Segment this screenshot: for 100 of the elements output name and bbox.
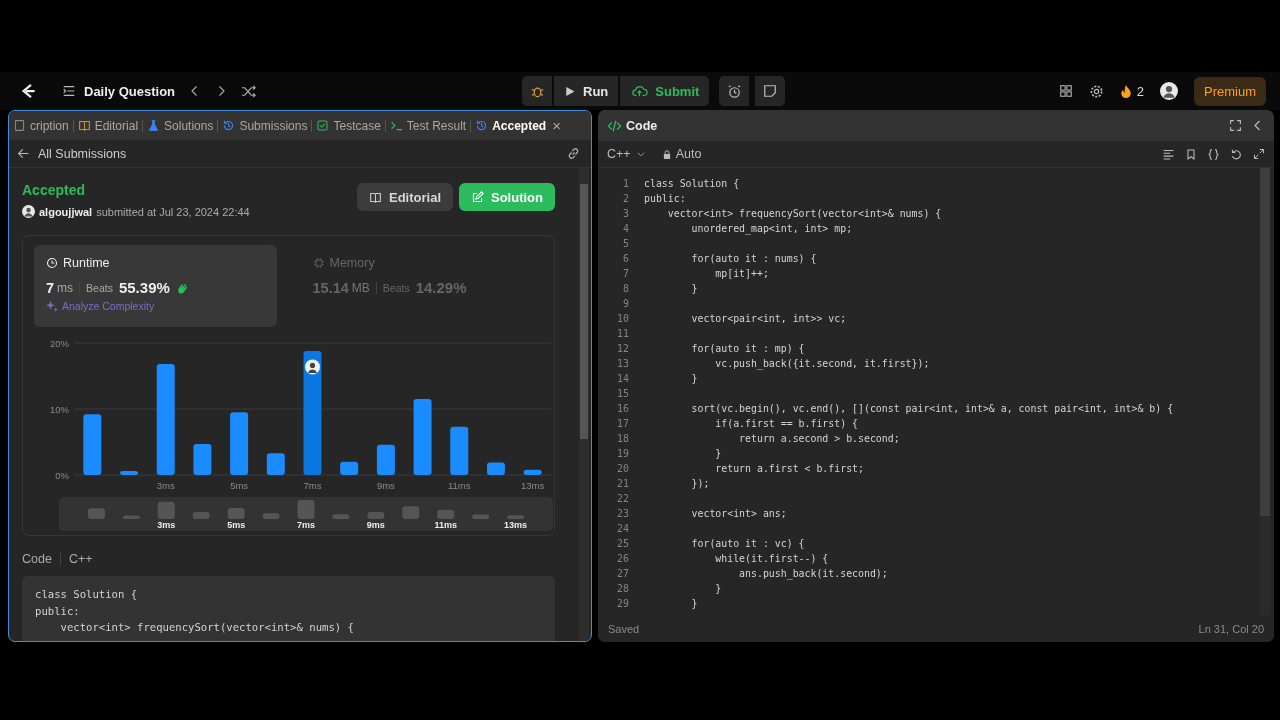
avatar-icon [22,205,35,218]
line-number: 9 [622,297,629,311]
play-icon [564,84,576,98]
fullscreen-icon[interactable] [1229,119,1242,132]
beats-label: Beats [86,281,113,294]
language-select[interactable]: C++ [607,147,646,161]
editorial-button[interactable]: Editorial [357,183,453,211]
panel-tab[interactable]: Accepted [471,118,551,133]
overview-label: 11ms [434,520,457,530]
bookmark-icon[interactable] [1185,147,1197,161]
braces-icon[interactable] [1207,147,1220,161]
code-line: for(auto it : mp) { [690,342,805,356]
line-number: 29 [616,597,629,611]
sparkle-icon [46,300,58,312]
code-line: class Solution { [35,587,139,602]
chart-bar[interactable] [303,350,322,475]
line-number: 7 [622,267,629,281]
code-line: } [714,447,722,461]
code-line: } [714,582,722,596]
code-line: for(auto it : nums) { [690,252,817,266]
scrollbar-thumb[interactable] [1260,168,1270,516]
line-number: 4 [622,222,629,236]
chart-bar[interactable] [486,462,505,475]
line-number: 21 [616,477,629,491]
code-line: public: [35,603,81,619]
chart-bar[interactable] [266,453,285,475]
history-icon [222,119,236,132]
line-number: 24 [616,522,629,536]
code-line: if(a.first == b.first) { [714,417,859,431]
chart-bar[interactable] [523,469,542,475]
language-label: C++ [68,552,93,566]
scrollbar-thumb[interactable] [580,184,588,439]
run-button[interactable]: Run [554,76,619,106]
terminal-icon [389,119,403,132]
shuffle-icon[interactable] [241,83,257,99]
close-tab-button[interactable]: × [552,117,561,134]
all-submissions-link[interactable]: All Submissions [38,146,127,161]
metric-card[interactable]: Memory 15.14 MB Beats 14.29% [300,245,543,327]
settings-icon[interactable] [1088,83,1104,99]
edit-icon [471,190,484,204]
chart-bar[interactable] [230,412,249,475]
save-status: Saved [608,622,640,635]
overview-bar [472,514,490,519]
premium-button[interactable]: Premium [1194,76,1266,106]
debug-button[interactable] [522,76,552,106]
chart-bar[interactable] [340,461,359,475]
code-line: ans.push_back(it.second); [738,567,888,581]
code-line: vector<int> ans; [690,507,787,521]
code-line: public: [644,192,686,206]
panel-tab[interactable]: Test Result [385,118,471,133]
overview-bar [332,514,350,519]
panel-title: Code [626,118,658,133]
code-line: vector<int> frequencySort(vector<int>& nums) { [59,620,355,635]
range-overview[interactable]: 3ms 5ms 7ms 9ms 11ms 13ms [59,497,553,531]
metric-card[interactable]: Runtime 7 ms Beats 55.39% Analyze Complexity [34,245,277,327]
line-number: 3 [622,207,629,221]
line-number: 8 [622,282,629,296]
chart-bar[interactable] [376,444,395,475]
code-label: Code [22,552,52,566]
panel-tab[interactable]: Testcase [312,118,385,133]
panel-tab[interactable]: Solutions [143,118,218,133]
panel-tab[interactable]: cription [9,118,73,133]
code-line: vector<int> frequencySort(vector<int>& nums) { [666,207,942,221]
reset-icon[interactable] [1230,147,1243,161]
axis-label: 7ms [303,480,322,491]
timer-button[interactable] [719,76,750,106]
link-icon[interactable] [566,146,581,161]
line-number: 2 [622,192,629,206]
axis-label: 13ms [521,480,545,491]
line-number: 12 [616,342,629,356]
mode-label[interactable]: Auto [675,147,702,161]
axis-label: 10% [50,404,69,415]
panel-tab[interactable]: Submissions [218,118,312,133]
flask-icon [147,119,161,132]
back-arrow-icon[interactable] [17,147,30,160]
panel-tab[interactable]: Editorial [73,118,143,133]
overview-bar [402,506,420,519]
overview-bar [437,509,455,519]
flame-icon [1119,83,1132,99]
notes-button[interactable] [755,76,786,106]
line-number: 26 [616,552,629,566]
problem-list-title[interactable]: Daily Question [84,83,176,99]
format-icon[interactable] [1162,147,1175,161]
expand-icon[interactable] [1253,148,1265,160]
code-line: }); [690,477,710,491]
overview-bar [507,515,525,519]
line-number: 28 [616,582,629,596]
username[interactable]: algoujjwal [39,205,93,218]
grid-icon[interactable] [1058,84,1073,98]
code-line: sort(vc.begin(), vc.end(), [](const pair<int, int>& a, const pair<int, int>& b) { [690,402,1174,416]
line-number: 25 [616,537,629,551]
axis-label: 3ms [156,480,175,491]
chart-bar[interactable] [120,471,139,475]
submission-status: Accepted [22,182,87,198]
overview-label: 7ms [297,520,315,530]
code-icon [607,118,622,133]
avatar-marker-icon [305,359,320,375]
submit-button[interactable]: Submit [620,76,710,106]
clock-icon [46,257,58,269]
streak-count[interactable]: 2 [1136,83,1144,99]
